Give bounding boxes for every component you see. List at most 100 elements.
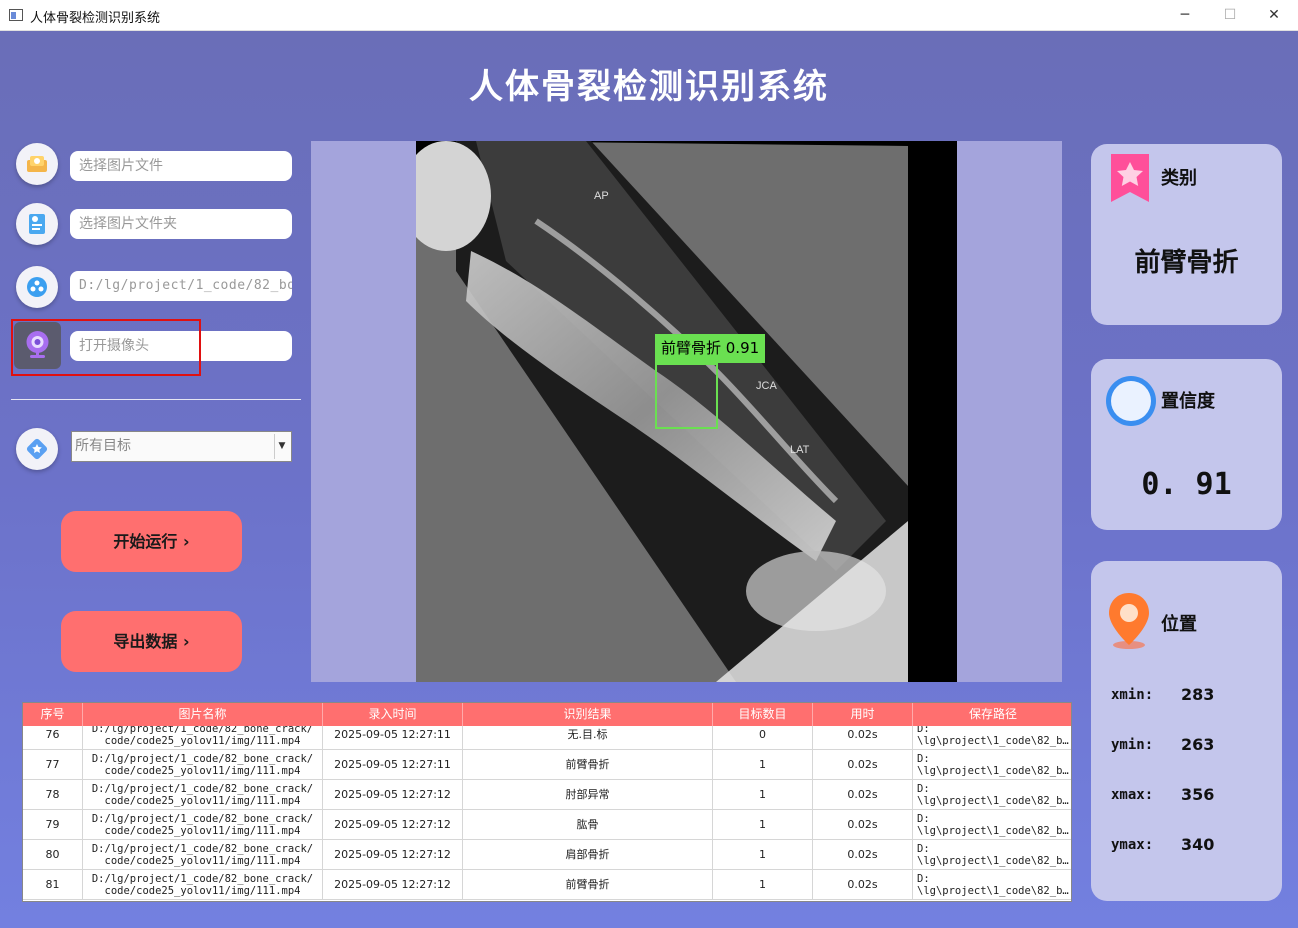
ymin-value: 263 xyxy=(1181,735,1215,754)
cell-idx: 80 xyxy=(23,840,83,870)
cell-name: D:/lg/project/1_code/82_bone_crack/ code… xyxy=(83,870,323,900)
xmax-row: xmax: 356 xyxy=(1111,785,1214,804)
window-titlebar: 人体骨裂检测识别系统 ─ ☐ ✕ xyxy=(0,0,1298,31)
minimize-button[interactable]: ─ xyxy=(1162,2,1208,28)
run-button[interactable]: 开始运行 › xyxy=(61,511,242,572)
cell-time: 2025-09-05 12:27:12 xyxy=(323,840,463,870)
cell-result: 前臂骨折 xyxy=(463,750,713,780)
confidence-ring-icon xyxy=(1106,376,1156,426)
chevron-down-icon[interactable]: ▼ xyxy=(274,434,289,459)
cell-count: 1 xyxy=(713,750,813,780)
cell-name: D:/lg/project/1_code/82_bone_crack/ code… xyxy=(83,810,323,840)
maximize-button[interactable]: ☐ xyxy=(1207,2,1253,28)
cell-count: 1 xyxy=(713,810,813,840)
table-body: 76 D:/lg/project/1_code/82_bone_crack/ co… xyxy=(23,726,1071,901)
cell-count: 1 xyxy=(713,780,813,810)
cell-path: D: \lg\project\1_code\82_b… xyxy=(917,753,1069,777)
detection-label: 前臂骨折 0.91 xyxy=(655,334,766,363)
xmin-value: 283 xyxy=(1181,685,1215,704)
cell-result: 无.目.标 xyxy=(463,726,713,750)
xray-image: AP JCA LAT 前臂骨折 0.91 xyxy=(416,141,957,682)
cell-name: D:/lg/project/1_code/82_bone_crack/ code… xyxy=(83,840,323,870)
cell-idx: 76 xyxy=(23,726,83,750)
main-area: 人体骨裂检测识别系统 选择图片文件 选择图片文件夹 D:/lg/project/… xyxy=(0,31,1298,928)
cell-path: D: \lg\project\1_code\82_b… xyxy=(917,873,1069,897)
cell-idx: 78 xyxy=(23,780,83,810)
cell-time: 2025-09-05 12:27:11 xyxy=(323,750,463,780)
xmin-row: xmin: 283 xyxy=(1111,685,1214,704)
cell-cost: 0.02s xyxy=(813,810,913,840)
confidence-label: 置信度 xyxy=(1161,391,1215,412)
cell-path: D: \lg\project\1_code\82_b… xyxy=(917,783,1069,807)
close-button[interactable]: ✕ xyxy=(1251,2,1297,28)
cell-time: 2025-09-05 12:27:12 xyxy=(323,780,463,810)
table-row[interactable]: 78 D:/lg/project/1_code/82_bone_crack/ co… xyxy=(23,780,1071,810)
video-path-input[interactable]: D:/lg/project/1_code/82_bone_crack/code/… xyxy=(70,271,292,301)
cell-name: D:/lg/project/1_code/82_bone_crack/ code… xyxy=(83,780,323,810)
cell-cost: 0.02s xyxy=(813,840,913,870)
cell-result: 肩部骨折 xyxy=(463,840,713,870)
image-folder-input[interactable]: 选择图片文件夹 xyxy=(70,209,292,239)
th-index[interactable]: 序号 xyxy=(23,703,83,726)
table-row[interactable]: 81 D:/lg/project/1_code/82_bone_crack/ co… xyxy=(23,870,1071,900)
position-card: 位置 xmin: 283 ymin: 263 xmax: 356 ymax: 3… xyxy=(1091,561,1282,901)
cell-time: 2025-09-05 12:27:12 xyxy=(323,870,463,900)
xmin-label: xmin: xyxy=(1111,687,1154,703)
cell-cost: 0.02s xyxy=(813,870,913,900)
window-title: 人体骨裂检测识别系统 xyxy=(30,11,161,26)
cell-path: D: \lg\project\1_code\82_b… xyxy=(917,843,1069,867)
confidence-value: 0. 91 xyxy=(1141,467,1232,502)
th-path[interactable]: 保存路径 xyxy=(913,703,1071,726)
position-label: 位置 xyxy=(1161,614,1197,635)
xray-mark-ap: AP xyxy=(594,190,609,202)
cell-count: 0 xyxy=(713,726,813,750)
th-cost[interactable]: 用时 xyxy=(813,703,913,726)
th-name[interactable]: 图片名称 xyxy=(83,703,323,726)
ymin-label: ymin: xyxy=(1111,737,1154,753)
bookmark-star-icon xyxy=(1111,154,1149,202)
location-pin-icon xyxy=(1109,593,1149,649)
left-divider xyxy=(11,399,301,400)
cell-time: 2025-09-05 12:27:12 xyxy=(323,810,463,840)
app-title: 人体骨裂检测识别系统 xyxy=(469,67,829,107)
table-header: 序号 图片名称 录入时间 识别结果 目标数目 用时 保存路径 xyxy=(23,703,1071,726)
detection-box xyxy=(655,363,718,429)
cell-time: 2025-09-05 12:27:11 xyxy=(323,726,463,750)
cell-path: D: \lg\project\1_code\82_b… xyxy=(917,813,1069,837)
ymax-label: ymax: xyxy=(1111,837,1154,853)
table-row[interactable]: 80 D:/lg/project/1_code/82_bone_crack/ co… xyxy=(23,840,1071,870)
cell-idx: 81 xyxy=(23,870,83,900)
image-file-icon[interactable] xyxy=(16,143,58,185)
export-button[interactable]: 导出数据 › xyxy=(61,611,242,672)
xmax-label: xmax: xyxy=(1111,787,1154,803)
table-row[interactable]: 76 D:/lg/project/1_code/82_bone_crack/ co… xyxy=(23,726,1071,750)
image-folder-icon[interactable] xyxy=(16,203,58,245)
camera-highlight-frame xyxy=(11,319,201,376)
table-row[interactable]: 79 D:/lg/project/1_code/82_bone_crack/ co… xyxy=(23,810,1071,840)
th-count[interactable]: 目标数目 xyxy=(713,703,813,726)
xray-mark-lat: LAT xyxy=(790,444,810,456)
cell-result: 肘部异常 xyxy=(463,780,713,810)
xmax-value: 356 xyxy=(1181,785,1215,804)
th-result[interactable]: 识别结果 xyxy=(463,703,713,726)
table-row[interactable]: 77 D:/lg/project/1_code/82_bone_crack/ co… xyxy=(23,750,1071,780)
xray-mark-jca: JCA xyxy=(756,380,777,392)
cell-count: 1 xyxy=(713,840,813,870)
cell-cost: 0.02s xyxy=(813,750,913,780)
target-filter-icon[interactable] xyxy=(16,428,58,470)
cell-cost: 0.02s xyxy=(813,726,913,750)
target-select[interactable]: 所有目标 ▼ xyxy=(71,431,292,462)
cell-result: 肱骨 xyxy=(463,810,713,840)
cell-name: D:/lg/project/1_code/82_bone_crack/ code… xyxy=(83,726,323,750)
confidence-card: 置信度 0. 91 xyxy=(1091,359,1282,530)
results-table[interactable]: 序号 图片名称 录入时间 识别结果 目标数目 用时 保存路径 76 D:/lg/p… xyxy=(22,702,1072,902)
ymax-row: ymax: 340 xyxy=(1111,835,1214,854)
image-file-input[interactable]: 选择图片文件 xyxy=(70,151,292,181)
cell-idx: 77 xyxy=(23,750,83,780)
video-file-icon[interactable] xyxy=(16,266,58,308)
th-time[interactable]: 录入时间 xyxy=(323,703,463,726)
cell-count: 1 xyxy=(713,870,813,900)
class-card: 类别 前臂骨折 xyxy=(1091,144,1282,325)
ymin-row: ymin: 263 xyxy=(1111,735,1214,754)
cell-cost: 0.02s xyxy=(813,780,913,810)
